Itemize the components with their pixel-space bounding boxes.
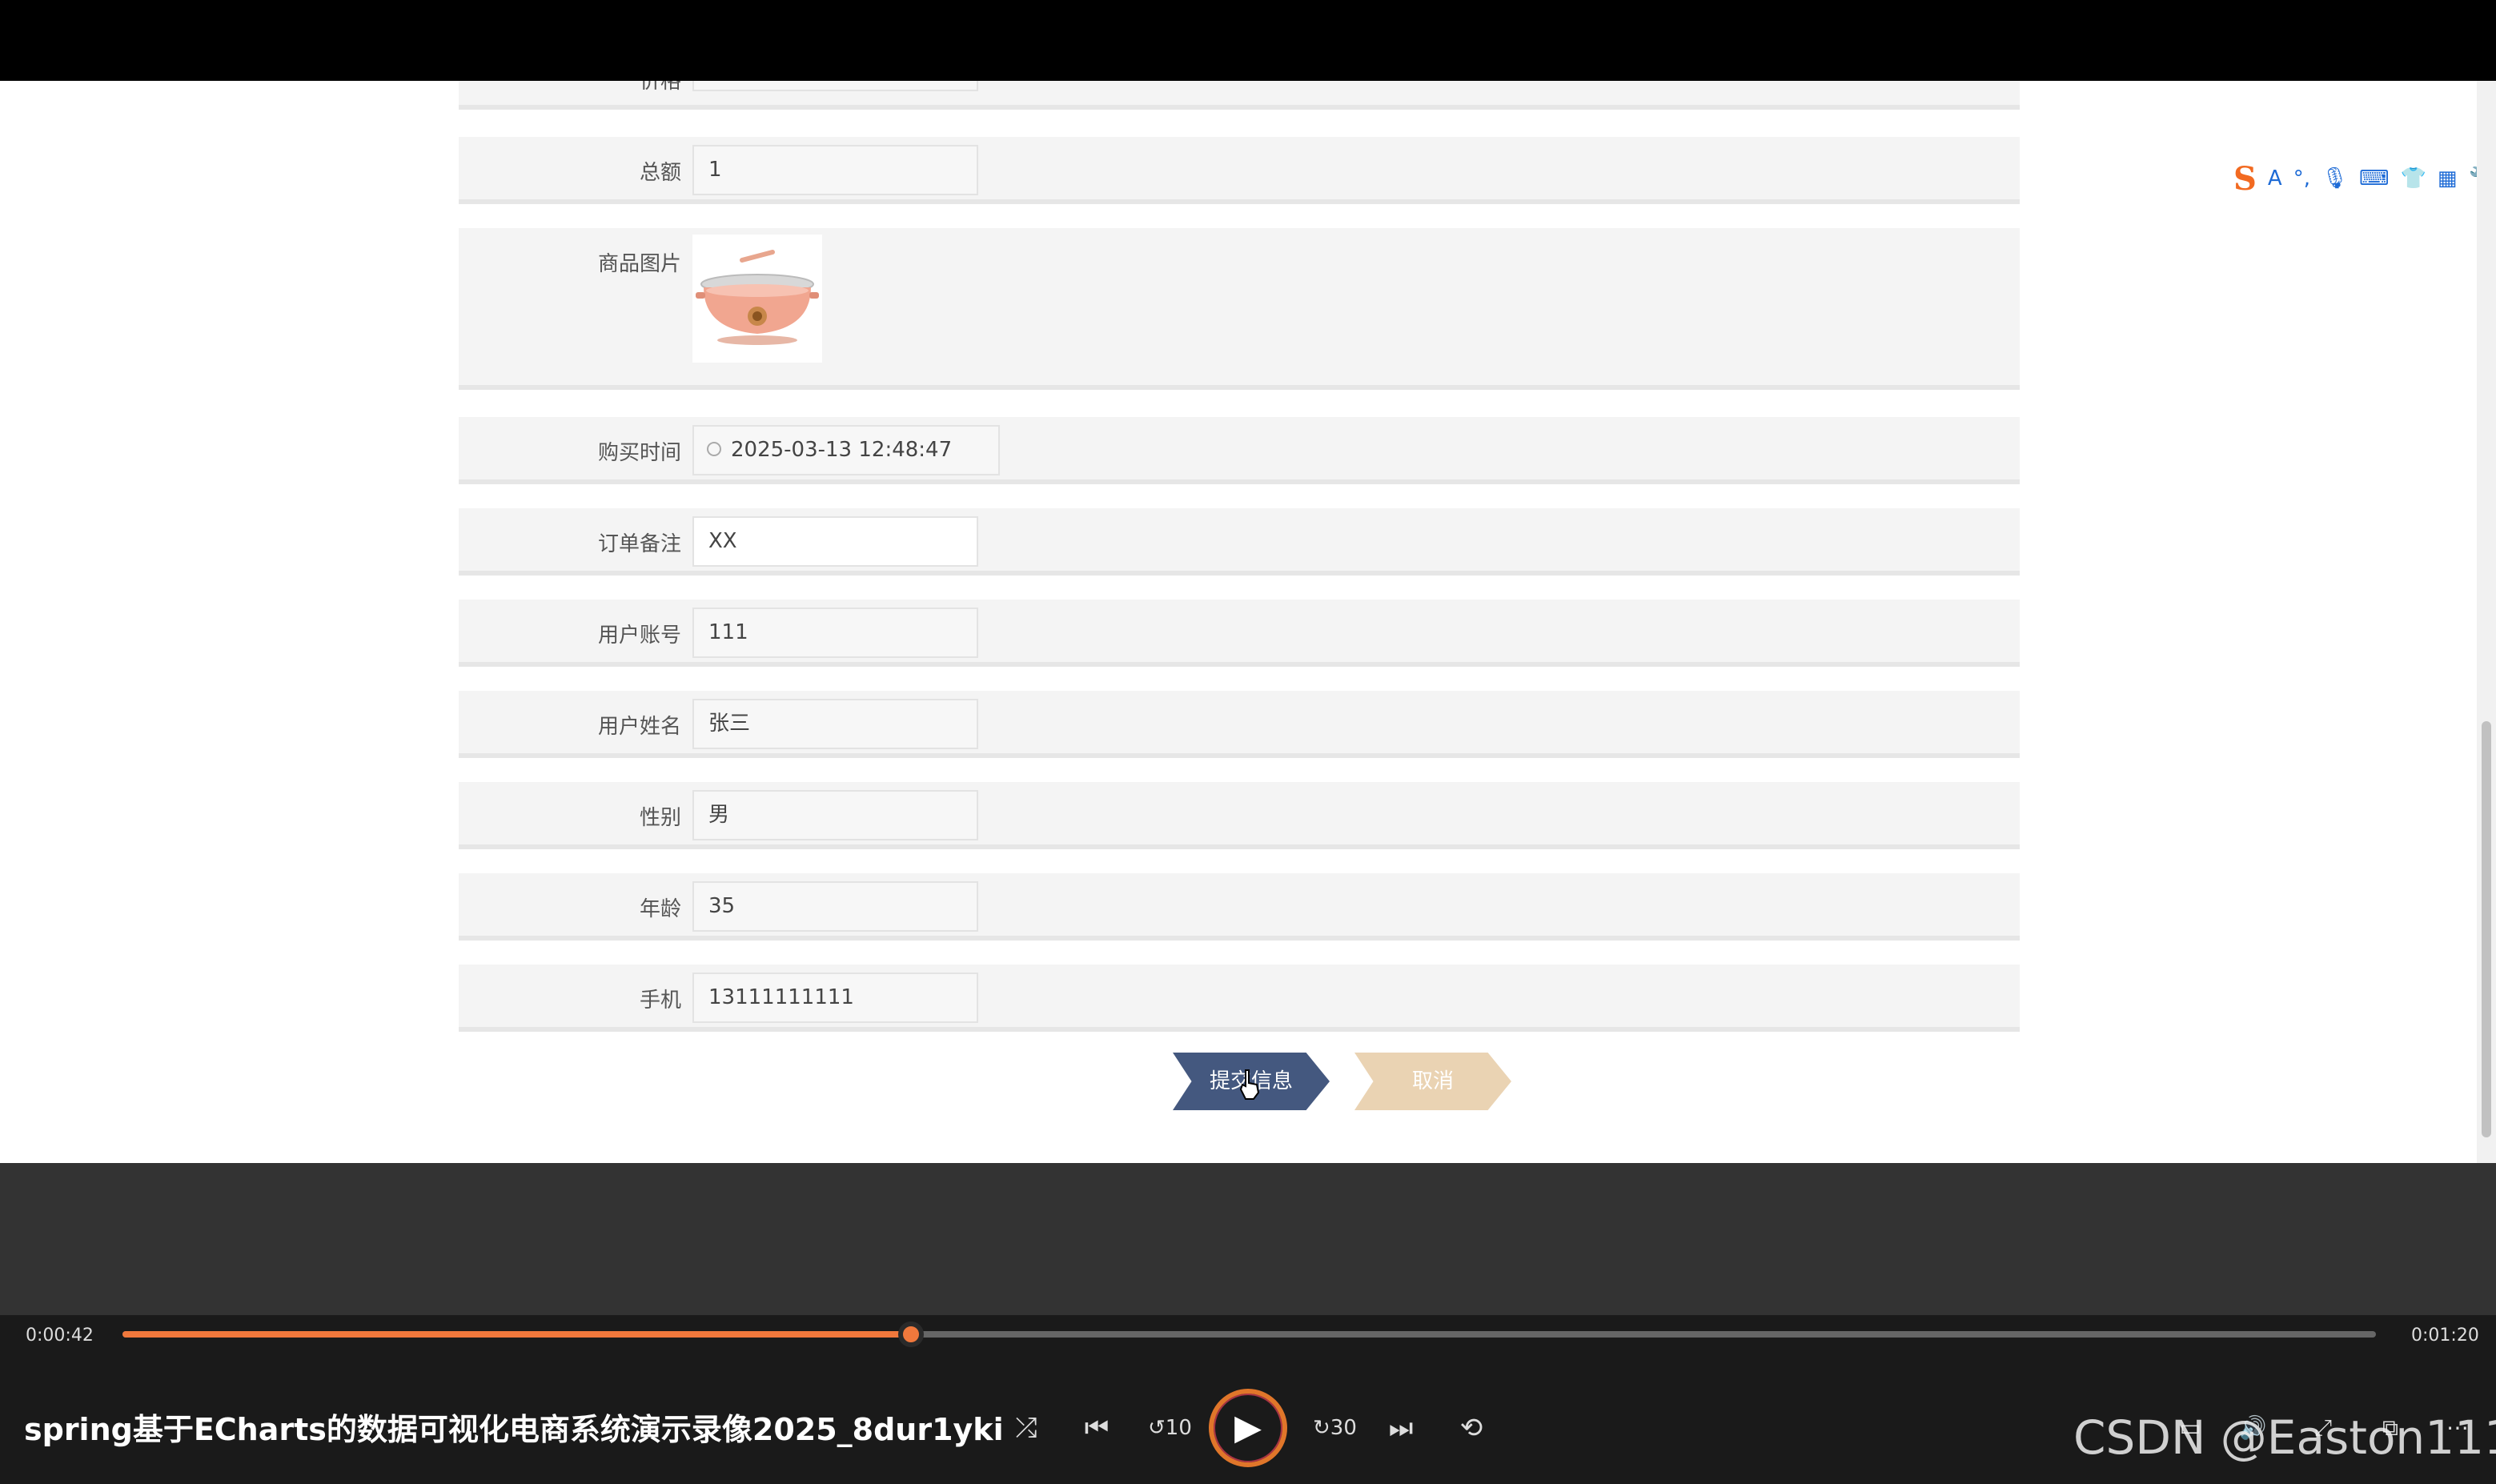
- form-row-age: 年龄 35: [459, 873, 2020, 941]
- form-row-price: 价格 1: [459, 81, 2020, 110]
- ime-letter-a[interactable]: A: [2268, 166, 2282, 191]
- video-letterbox: [0, 1163, 2496, 1315]
- total-time: 0:01:20: [2411, 1326, 2479, 1346]
- purchase-time-field[interactable]: 2025-03-13 12:48:47: [692, 425, 1000, 475]
- order-note-input[interactable]: XX: [692, 516, 978, 567]
- top-black-bar: [0, 0, 2496, 81]
- price-field[interactable]: 1: [692, 81, 978, 91]
- repeat-off-icon[interactable]: ⟲: [1452, 1409, 1491, 1447]
- punctuation-icon[interactable]: °,: [2293, 166, 2310, 191]
- seek-bar-handle[interactable]: [898, 1322, 925, 1347]
- gender-field[interactable]: 男: [692, 790, 978, 840]
- forward-30-icon[interactable]: ↻30: [1313, 1409, 1357, 1447]
- skin-icon[interactable]: 👕: [2401, 166, 2426, 191]
- total-label: 总额: [639, 161, 681, 185]
- sogou-logo-icon[interactable]: S: [2233, 160, 2257, 198]
- form-row-purchase-time: 购买时间 2025-03-13 12:48:47: [459, 417, 2020, 484]
- gender-label: 性别: [639, 806, 681, 830]
- vertical-scrollbar[interactable]: [2477, 81, 2496, 1163]
- form-row-image: 商品图片: [459, 228, 2020, 390]
- age-field[interactable]: 35: [692, 881, 978, 932]
- keyboard-icon[interactable]: ⌨: [2359, 166, 2390, 191]
- cancel-button[interactable]: 取消: [1354, 1053, 1511, 1110]
- user-account-label: 用户账号: [597, 624, 681, 648]
- form-row-phone: 手机 13111111111: [459, 965, 2020, 1032]
- form-row-gender: 性别 男: [459, 782, 2020, 849]
- microphone-icon[interactable]: 🎙: [2321, 166, 2348, 191]
- csdn-watermark: CSDN @Easton111: [2073, 1410, 2496, 1465]
- current-time: 0:00:42: [26, 1326, 94, 1346]
- order-note-label: 订单备注: [597, 532, 681, 556]
- product-image-label: 商品图片: [597, 252, 681, 276]
- product-image-thumbnail[interactable]: [692, 235, 822, 363]
- scrollbar-thumb[interactable]: [2482, 721, 2491, 1137]
- phone-label: 手机: [639, 989, 681, 1013]
- seek-bar[interactable]: [122, 1322, 2376, 1347]
- seek-bar-progress: [122, 1331, 912, 1338]
- purchase-time-value: 2025-03-13 12:48:47: [731, 438, 953, 462]
- phone-field[interactable]: 13111111111: [692, 973, 978, 1023]
- clock-icon: [707, 441, 721, 456]
- web-page-viewport: 价格 1 总额 1 商品图片 购买时间 2025-03-13 12:: [0, 81, 2496, 1163]
- form-row-total: 总额 1: [459, 137, 2020, 204]
- total-field[interactable]: 1: [692, 145, 978, 195]
- rewind-10-icon[interactable]: ↺10: [1148, 1409, 1192, 1447]
- ime-toolbar: S A °, 🎙 ⌨ 👕 ▦ 🔧: [2233, 154, 2496, 203]
- previous-icon[interactable]: ⏮: [1077, 1409, 1116, 1447]
- next-icon[interactable]: ⏭: [1382, 1409, 1420, 1447]
- form-row-user-name: 用户姓名 张三: [459, 691, 2020, 758]
- age-label: 年龄: [639, 897, 681, 921]
- purchase-time-label: 购买时间: [597, 441, 681, 465]
- form-row-user-account: 用户账号 111: [459, 600, 2020, 667]
- price-label: 价格: [639, 81, 681, 94]
- user-account-field[interactable]: 111: [692, 608, 978, 658]
- shuffle-icon[interactable]: ⤮: [1007, 1409, 1045, 1447]
- play-button[interactable]: ▶: [1209, 1389, 1287, 1467]
- form-row-order-note: 订单备注 XX: [459, 508, 2020, 576]
- user-name-label: 用户姓名: [597, 715, 681, 739]
- user-name-field[interactable]: 张三: [692, 699, 978, 749]
- video-title: spring基于ECharts的数据可视化电商系统演示录像2025_8dur1y…: [24, 1412, 1004, 1447]
- grid-icon[interactable]: ▦: [2438, 166, 2458, 191]
- mouse-cursor-icon: [1239, 1069, 1260, 1100]
